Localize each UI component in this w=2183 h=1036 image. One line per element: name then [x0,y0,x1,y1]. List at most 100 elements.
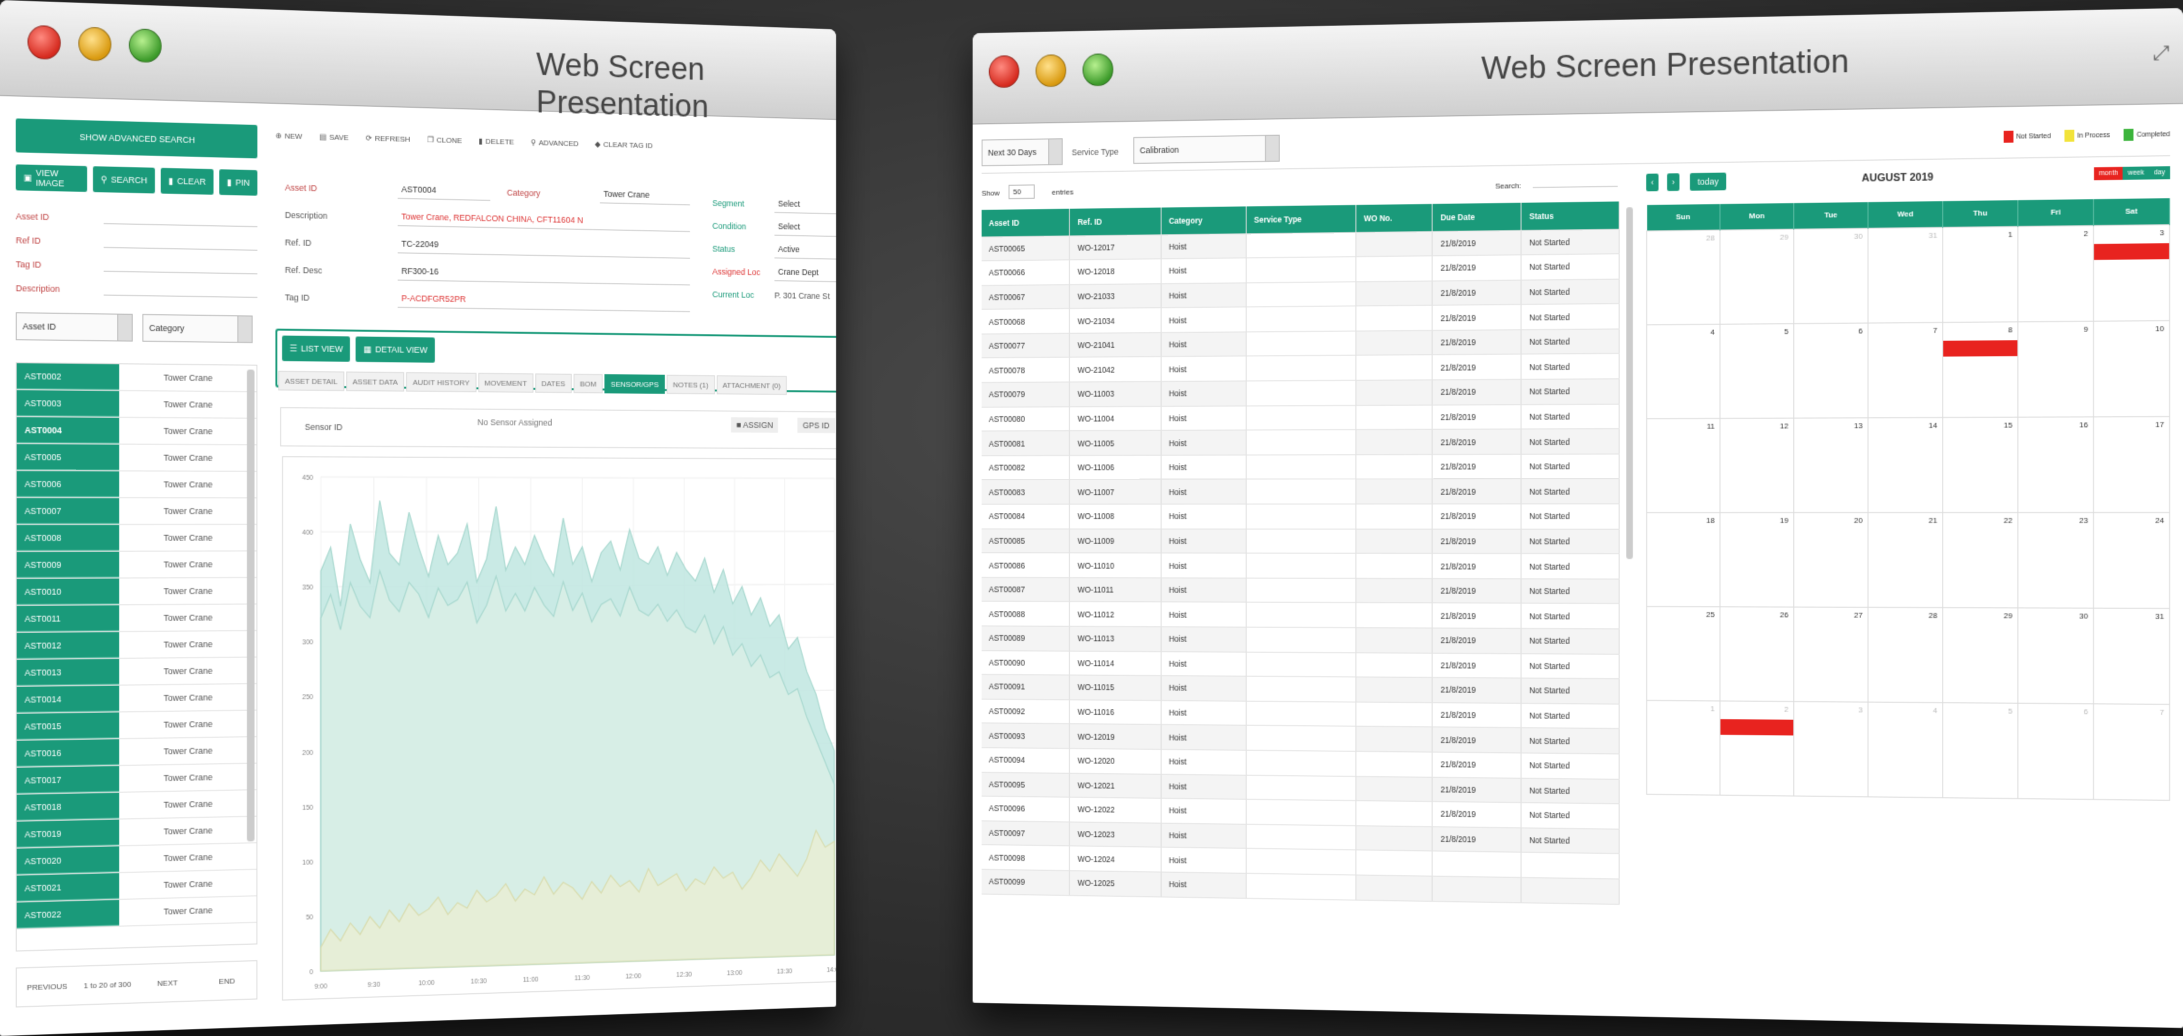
calendar-day[interactable]: 12 [1719,417,1794,513]
calendar-day[interactable]: 20 [1793,512,1869,607]
calendar-day[interactable]: 26 [1719,606,1794,702]
entries-select[interactable]: 50 [1008,184,1035,200]
calendar-day[interactable]: 31 [1868,226,1943,323]
list-item[interactable]: AST0009 Tower Crane [16,551,257,579]
calendar-day[interactable]: 29 [1719,228,1794,324]
tab-asset-data[interactable]: ASSET DATA [345,371,405,392]
column-header[interactable]: Status [1521,201,1620,231]
pager-previous[interactable]: PREVIOUS [17,981,78,992]
form-assigned-loc-field[interactable]: Crane Dept [774,262,837,283]
toolbar-button-new[interactable]: ⊕ NEW [275,131,302,141]
calendar-day[interactable]: 19 [1719,512,1794,607]
column-header[interactable]: Category [1161,206,1247,235]
calendar-day[interactable]: 2 [2017,225,2094,322]
tab-bom[interactable]: BOM [573,373,603,394]
calendar-day[interactable]: 22 [1942,512,2018,608]
calendar-day[interactable]: 24 [2093,512,2170,608]
form-condition-select[interactable]: Select [774,216,837,237]
calendar-day[interactable]: 17 [2093,416,2170,513]
list-item[interactable]: AST0013 Tower Crane [16,657,257,687]
tab-movement[interactable]: MOVEMENT [477,372,534,393]
tab-attachment-0-[interactable]: ATTACHMENT (0) [716,375,787,395]
list-item[interactable]: AST0007 Tower Crane [16,498,257,525]
table-row[interactable]: AST00078 WO-21042 Hoist 21/8/2019 Not Starte… [981,353,1620,383]
form-tag-id-field[interactable]: P-ACDFGR52PR [397,288,690,313]
calendar-day[interactable]: 7 [2093,703,2170,800]
list-item[interactable]: AST0014 Tower Crane [16,684,257,714]
calendar-day[interactable]: 1 [1646,699,1720,795]
calendar-day[interactable]: 5 [1719,323,1794,418]
list-item[interactable]: AST0005 Tower Crane [16,444,257,472]
table-row[interactable]: AST00082 WO-11006 Hoist 21/8/2019 Not Starte… [981,453,1620,480]
list-item[interactable]: AST0008 Tower Crane [16,524,257,552]
form-category-field[interactable]: Tower Crane [599,184,690,206]
list-item[interactable]: AST0004 Tower Crane [16,417,257,446]
fullscreen-icon[interactable]: ⤢ [2153,42,2169,65]
calendar-day[interactable]: 14 [1868,417,1943,513]
close-icon[interactable] [988,55,1020,89]
list-item[interactable]: AST0006 Tower Crane [16,471,257,499]
detail-view-button[interactable]: ▦ DETAIL VIEW [356,336,435,363]
calendar-day[interactable]: 29 [1942,607,2018,703]
toolbar-button-clone[interactable]: ❐ CLONE [427,135,462,145]
list-item[interactable]: AST0011 Tower Crane [16,604,257,633]
maximize-icon[interactable] [1082,53,1114,87]
gps-id-button[interactable]: GPS ID [797,417,835,434]
column-header[interactable]: Ref. ID [1069,207,1162,236]
calendar-day[interactable]: 1 [1942,225,2018,322]
calendar-event[interactable] [1720,718,1794,735]
month-view-button[interactable]: month [2093,166,2123,181]
toolbar-button-refresh[interactable]: ⟳ REFRESH [366,134,411,144]
calendar-day[interactable]: 13 [1793,417,1869,513]
column-header[interactable]: WO No. [1355,203,1433,233]
calendar-day[interactable]: 11 [1646,417,1720,513]
today-button[interactable]: today [1689,172,1727,191]
category-filter[interactable]: Category [142,313,253,344]
tab-sensor-gps[interactable]: SENSOR/GPS [604,374,665,394]
asset-id-input[interactable] [103,212,258,228]
pager-next[interactable]: NEXT [138,977,198,988]
tab-audit-history[interactable]: AUDIT HISTORY [406,372,477,393]
advanced-search-button[interactable]: SHOW ADVANCED SEARCH [15,118,258,159]
calendar-event[interactable] [2093,242,2170,260]
calendar-day[interactable]: 30 [1793,227,1869,324]
range-select[interactable]: Next 30 Days [981,138,1063,167]
list-item[interactable]: AST0002 Tower Crane [16,363,257,393]
description-input[interactable] [103,283,258,298]
list-view-button[interactable]: ☰ LIST VIEW [282,335,351,362]
calendar-day[interactable]: 28 [1868,606,1943,703]
calendar-day[interactable]: 4 [1868,701,1943,798]
table-row[interactable]: AST00088 WO-11012 Hoist 21/8/2019 Not Starte… [981,601,1620,629]
minimize-icon[interactable] [1035,54,1067,88]
tab-asset-detail[interactable]: ASSET DETAIL [278,370,345,392]
calendar-day[interactable]: 21 [1868,512,1943,608]
next-month-button[interactable]: › [1667,173,1680,192]
pin-button[interactable]: ▮ PIN [219,169,258,196]
view-image-button[interactable]: ▣ VIEW IMAGE [15,164,88,192]
list-item[interactable]: AST0022 Tower Crane [16,896,257,930]
toolbar-button-advanced[interactable]: ⚲ ADVANCED [531,138,579,148]
list-item[interactable]: AST0015 Tower Crane [16,710,257,741]
toolbar-button-delete[interactable]: ▮ DELETE [479,137,514,147]
calendar-day[interactable]: 8 [1942,321,2018,418]
form-ref-desc-field[interactable]: RF300-16 [397,261,690,286]
list-item[interactable]: AST0003 Tower Crane [16,390,257,419]
form-ref-id-field[interactable]: TC-22049 [397,233,690,259]
maximize-icon[interactable] [128,28,162,64]
table-scrollbar[interactable] [1626,207,1633,560]
table-row[interactable]: AST00083 WO-11007 Hoist 21/8/2019 Not Starte… [981,478,1620,505]
table-row[interactable]: AST00081 WO-11005 Hoist 21/8/2019 Not Starte… [981,428,1620,456]
service-type-select[interactable]: Calibration [1133,134,1280,164]
week-view-button[interactable]: week [2122,166,2150,180]
calendar-day[interactable]: 2 [1719,700,1794,796]
list-item[interactable]: AST0010 Tower Crane [16,577,257,606]
table-row[interactable]: AST00086 WO-11010 Hoist 21/8/2019 Not Starte… [981,552,1620,579]
calendar-day[interactable]: 18 [1646,512,1720,607]
toolbar-button-save[interactable]: ▤ SAVE [319,133,348,143]
close-icon[interactable] [27,24,61,60]
day-view-button[interactable]: day [2149,166,2171,180]
table-row[interactable]: AST00085 WO-11009 Hoist 21/8/2019 Not Starte… [981,528,1620,554]
column-header[interactable]: Asset ID [981,208,1070,237]
tag-id-input[interactable] [103,259,258,275]
calendar-day[interactable]: 30 [2017,607,2094,704]
